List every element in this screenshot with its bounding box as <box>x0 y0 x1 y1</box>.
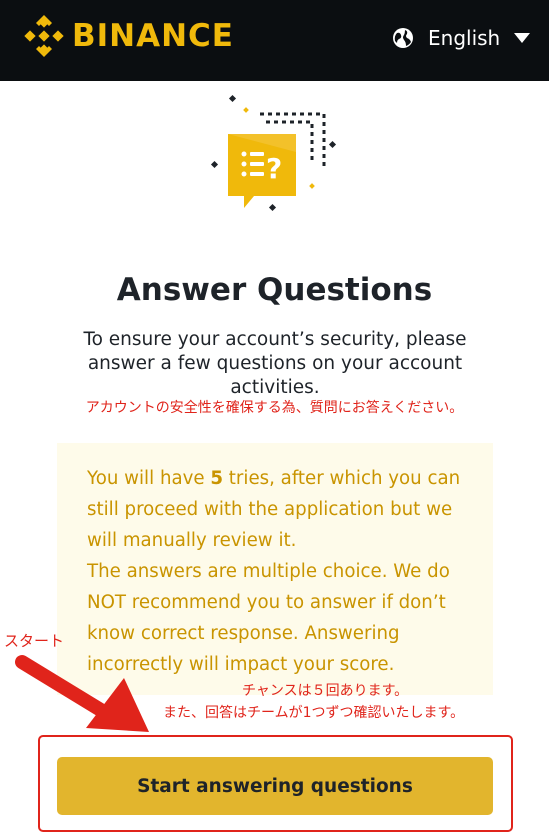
binance-logo-icon[interactable] <box>22 14 66 58</box>
jp-annotation-tries: チャンスは５回あります。 <box>242 683 409 699</box>
jp-annotation-review: また、回答はチームが1つずつ確認いたします。 <box>163 705 465 721</box>
question-list-icon: ? <box>210 94 337 212</box>
top-header: BINANCE English <box>0 0 549 81</box>
brand-name: BINANCE <box>72 18 234 54</box>
page-title: Answer Questions <box>116 272 433 308</box>
notice-text: You will have 5 tries, after which you c… <box>87 463 482 680</box>
page-description: To ensure your account’s security, pleas… <box>83 329 467 398</box>
start-answering-button[interactable]: Start answering questions <box>57 757 493 815</box>
tries-count: 5 <box>210 468 224 489</box>
notice-line1-prefix: You will have <box>87 468 211 489</box>
jp-annotation-start: スタート <box>4 632 65 650</box>
language-selector[interactable]: English <box>392 24 531 52</box>
annotation-arrow-icon <box>15 655 149 732</box>
caret-down-icon <box>514 33 531 43</box>
svg-text:?: ? <box>266 152 282 185</box>
language-label: English <box>428 26 501 50</box>
jp-annotation-security: アカウントの安全性を確保する為、質問にお答えください。 <box>85 400 464 416</box>
globe-icon <box>393 28 413 48</box>
